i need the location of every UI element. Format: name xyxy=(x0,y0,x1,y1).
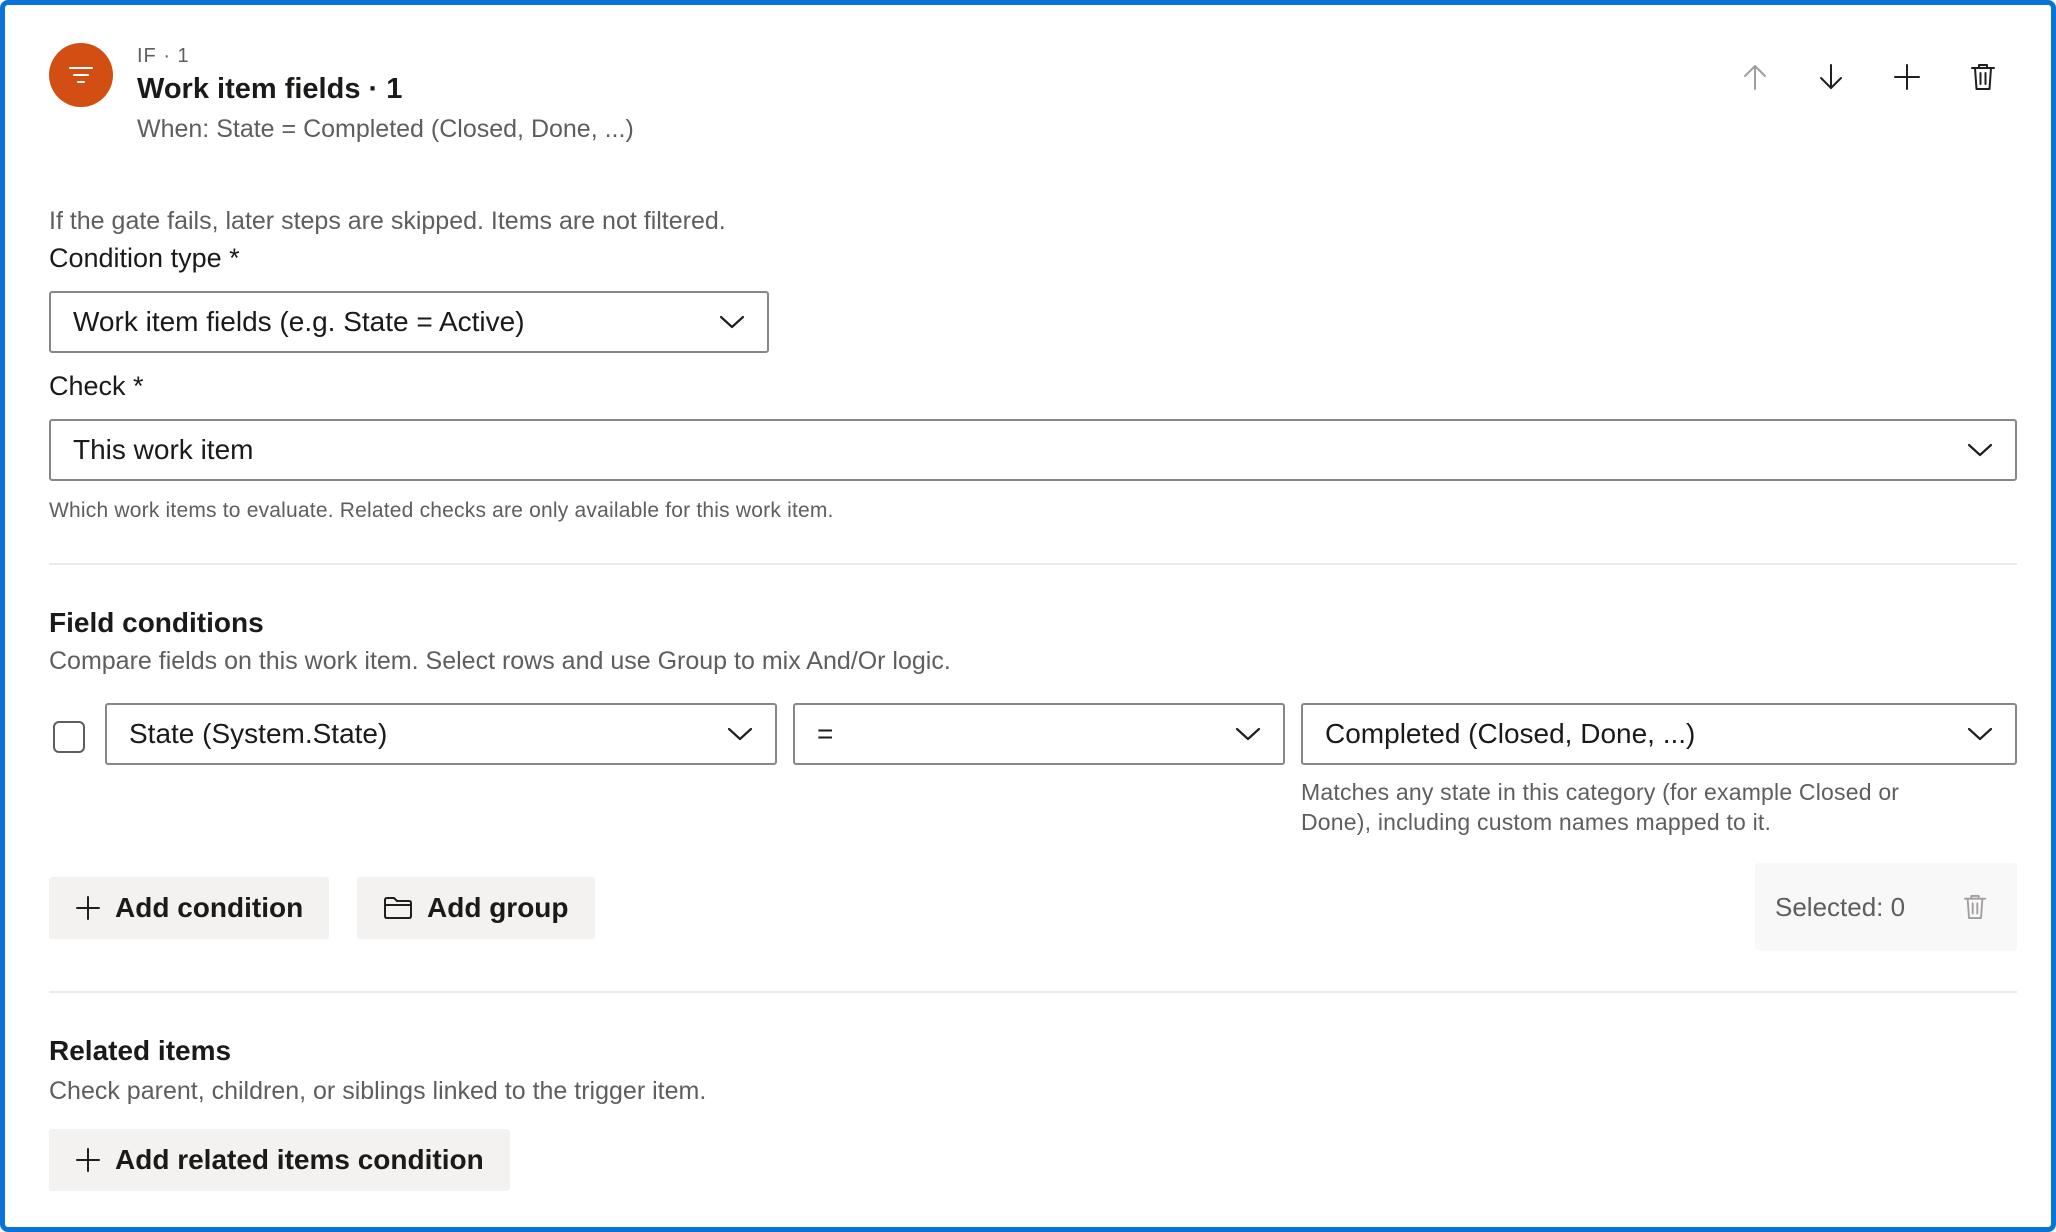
rule-step-card: IF · 1 Work item fields · 1 When: State … xyxy=(0,0,2056,1232)
add-step-button[interactable] xyxy=(1883,53,1931,101)
check-help: Which work items to evaluate. Related ch… xyxy=(49,499,834,522)
field-conditions-description: Compare fields on this work item. Select… xyxy=(49,647,951,675)
condition-type-label: Condition type * xyxy=(49,243,240,273)
chevron-down-icon xyxy=(719,315,745,329)
value-value: Completed (Closed, Done, ...) xyxy=(1325,718,1696,749)
field-value: State (System.State) xyxy=(129,718,388,749)
gate-note: If the gate fails, later steps are skipp… xyxy=(49,207,726,235)
check-label: Check * xyxy=(49,371,144,401)
trash-icon xyxy=(1963,895,1987,919)
field-dropdown[interactable]: State (System.State) xyxy=(105,703,777,765)
chevron-down-icon xyxy=(1967,727,1993,741)
value-dropdown[interactable]: Completed (Closed, Done, ...) xyxy=(1301,703,2017,765)
operator-value: = xyxy=(817,718,834,749)
value-help: Matches any state in this category (for … xyxy=(1301,777,1899,837)
related-items-description: Check parent, children, or siblings link… xyxy=(49,1077,707,1105)
plus-icon xyxy=(76,1148,100,1172)
move-down-button[interactable] xyxy=(1807,53,1855,101)
move-up-button[interactable] xyxy=(1731,53,1779,101)
add-condition-label: Add condition xyxy=(115,892,304,923)
chevron-down-icon xyxy=(1235,727,1261,741)
add-related-items-label: Add related items condition xyxy=(115,1144,484,1175)
add-related-items-button[interactable]: Add related items condition xyxy=(49,1129,510,1191)
section-divider xyxy=(49,991,2017,993)
arrow-up-icon xyxy=(1744,65,1766,90)
chevron-down-icon xyxy=(1967,443,1993,457)
row-select-checkbox[interactable] xyxy=(53,721,85,753)
selected-count: Selected: 0 xyxy=(1775,891,1906,922)
step-summary: When: State = Completed (Closed, Done, .… xyxy=(137,115,634,143)
section-divider xyxy=(49,563,2017,565)
check-value: This work item xyxy=(73,434,254,465)
add-group-label: Add group xyxy=(427,892,569,923)
trash-icon xyxy=(1971,64,1995,90)
operator-dropdown[interactable]: = xyxy=(793,703,1285,765)
delete-step-button[interactable] xyxy=(1959,53,2007,101)
step-avatar xyxy=(49,43,113,107)
check-dropdown[interactable]: This work item xyxy=(49,419,2017,481)
selection-panel: Selected: 0 xyxy=(1755,863,2017,951)
step-eyebrow: IF · 1 xyxy=(137,45,190,67)
chevron-down-icon xyxy=(727,727,753,741)
filter-icon xyxy=(69,67,93,83)
value-help-line: Done), including custom names mapped to … xyxy=(1301,809,1772,835)
plus-icon xyxy=(76,896,100,920)
delete-selected-button[interactable] xyxy=(1963,893,1987,921)
step-title: Work item fields · 1 xyxy=(137,73,403,105)
folder-icon xyxy=(384,897,412,919)
add-group-button[interactable]: Add group xyxy=(357,877,595,939)
add-condition-button[interactable]: Add condition xyxy=(49,877,330,939)
value-help-line: Matches any state in this category (for … xyxy=(1301,779,1900,805)
field-conditions-title: Field conditions xyxy=(49,607,264,638)
related-items-title: Related items xyxy=(49,1035,232,1066)
condition-type-value: Work item fields (e.g. State = Active) xyxy=(73,306,525,337)
arrow-down-icon xyxy=(1820,64,1842,89)
condition-type-dropdown[interactable]: Work item fields (e.g. State = Active) xyxy=(49,291,769,353)
plus-icon xyxy=(1894,64,1920,90)
